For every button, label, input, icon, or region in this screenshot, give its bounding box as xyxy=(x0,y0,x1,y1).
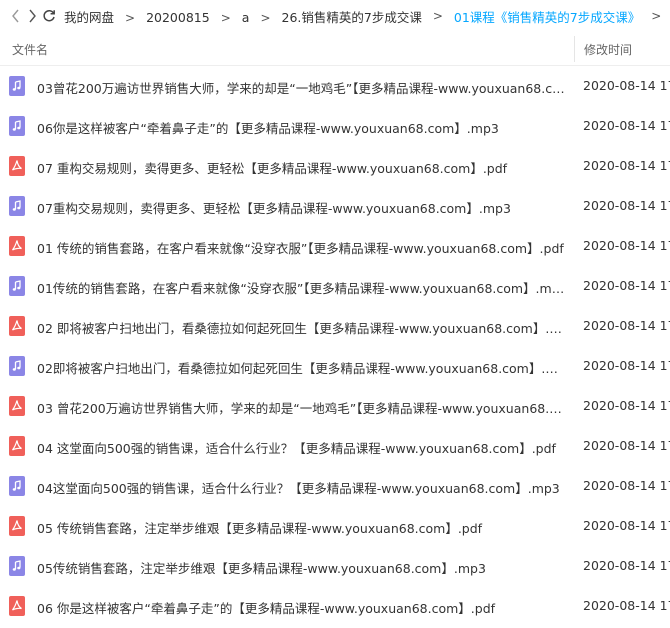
breadcrumb-item[interactable]: 26.销售精英的7步成交课 xyxy=(282,10,422,25)
file-modified-time: 2020-08-14 17: xyxy=(583,398,670,413)
audio-file-icon xyxy=(9,276,25,296)
pdf-file-icon xyxy=(9,156,25,176)
file-modified-time: 2020-08-14 17: xyxy=(583,438,670,453)
file-row[interactable]: 05 传统销售套路，注定举步维艰【更多精品课程-www.youxuan68.co… xyxy=(0,506,670,546)
file-row[interactable]: 02即将被客户扫地出门，看桑德拉如何起死回生【更多精品课程-www.youxua… xyxy=(0,346,670,386)
pdf-file-icon xyxy=(9,436,25,456)
file-row[interactable]: 07 重构交易规则，卖得更多、更轻松【更多精品课程-www.youxuan68.… xyxy=(0,146,670,186)
file-modified-time: 2020-08-14 17: xyxy=(583,598,670,613)
breadcrumb-separator: > xyxy=(651,9,662,23)
file-row[interactable]: 06 你是这样被客户“牵着鼻子走”的【更多精品课程-www.youxuan68.… xyxy=(0,586,670,626)
file-modified-time: 2020-08-14 17: xyxy=(583,278,670,293)
file-list: 03曾花200万遍访世界销售大师，学来的却是“一地鸡毛”【更多精品课程-www.… xyxy=(0,66,670,626)
file-name[interactable]: 01 传统的销售套路，在客户看来就像“没穿衣服”【更多精品课程-www.youx… xyxy=(37,238,567,257)
file-modified-time: 2020-08-14 17: xyxy=(583,558,670,573)
file-name[interactable]: 07 重构交易规则，卖得更多、更轻松【更多精品课程-www.youxuan68.… xyxy=(37,158,567,177)
breadcrumb-separator: > xyxy=(260,10,271,25)
column-divider[interactable] xyxy=(574,36,575,62)
chevron-left-icon[interactable] xyxy=(10,5,22,27)
file-modified-time: 2020-08-14 17: xyxy=(583,518,670,533)
pdf-file-icon xyxy=(9,596,25,616)
file-row[interactable]: 02 即将被客户扫地出门，看桑德拉如何起死回生【更多精品课程-www.youxu… xyxy=(0,306,670,346)
file-name[interactable]: 03曾花200万遍访世界销售大师，学来的却是“一地鸡毛”【更多精品课程-www.… xyxy=(37,78,567,97)
breadcrumb-current[interactable]: 01课程《销售精英的7步成交课》 xyxy=(454,7,640,26)
audio-file-icon xyxy=(9,116,25,136)
file-modified-time: 2020-08-14 17: xyxy=(583,118,670,133)
audio-file-icon xyxy=(9,356,25,376)
audio-file-icon xyxy=(9,76,25,96)
file-row[interactable]: 01 传统的销售套路，在客户看来就像“没穿衣服”【更多精品课程-www.youx… xyxy=(0,226,670,266)
breadcrumb-item[interactable]: 我的网盘 xyxy=(64,10,114,25)
column-header-modified[interactable]: 修改时间 xyxy=(584,41,632,58)
file-row[interactable]: 03曾花200万遍访世界销售大师，学来的却是“一地鸡毛”【更多精品课程-www.… xyxy=(0,66,670,106)
file-name[interactable]: 06你是这样被客户“牵着鼻子走”的【更多精品课程-www.youxuan68.c… xyxy=(37,118,567,137)
audio-file-icon xyxy=(9,476,25,496)
column-header-name[interactable]: 文件名 xyxy=(12,41,48,58)
file-name[interactable]: 06 你是这样被客户“牵着鼻子走”的【更多精品课程-www.youxuan68.… xyxy=(37,598,567,617)
breadcrumb-separator: > xyxy=(125,10,136,25)
breadcrumb-item[interactable]: a xyxy=(242,10,250,25)
file-list-header: 文件名 修改时间 xyxy=(0,32,670,66)
file-modified-time: 2020-08-14 17: xyxy=(583,198,670,213)
file-modified-time: 2020-08-14 17: xyxy=(583,478,670,493)
file-row[interactable]: 03 曾花200万遍访世界销售大师，学来的却是“一地鸡毛”【更多精品课程-www… xyxy=(0,386,670,426)
file-name[interactable]: 02即将被客户扫地出门，看桑德拉如何起死回生【更多精品课程-www.youxua… xyxy=(37,358,567,377)
pdf-file-icon xyxy=(9,236,25,256)
breadcrumb-separator: > xyxy=(220,10,231,25)
pdf-file-icon xyxy=(9,396,25,416)
audio-file-icon xyxy=(9,196,25,216)
file-name[interactable]: 04这堂面向500强的销售课，适合什么行业？【更多精品课程-www.youxua… xyxy=(37,478,567,497)
file-modified-time: 2020-08-14 17: xyxy=(583,78,670,93)
file-name[interactable]: 05传统销售套路，注定举步维艰【更多精品课程-www.youxuan68.com… xyxy=(37,558,567,577)
audio-file-icon xyxy=(9,556,25,576)
breadcrumb: 我的网盘 >20200815 > a >26.销售精英的7步成交课 xyxy=(64,7,422,26)
file-name[interactable]: 04 这堂面向500强的销售课，适合什么行业？【更多精品课程-www.youxu… xyxy=(37,438,567,457)
file-row[interactable]: 04这堂面向500强的销售课，适合什么行业？【更多精品课程-www.youxua… xyxy=(0,466,670,506)
file-row[interactable]: 05传统销售套路，注定举步维艰【更多精品课程-www.youxuan68.com… xyxy=(0,546,670,586)
chevron-right-icon[interactable] xyxy=(26,5,38,27)
file-row[interactable]: 07重构交易规则，卖得更多、更轻松【更多精品课程-www.youxuan68.c… xyxy=(0,186,670,226)
pdf-file-icon xyxy=(9,316,25,336)
file-modified-time: 2020-08-14 17: xyxy=(583,158,670,173)
pdf-file-icon xyxy=(9,516,25,536)
file-name[interactable]: 01传统的销售套路，在客户看来就像“没穿衣服”【更多精品课程-www.youxu… xyxy=(37,278,567,297)
file-row[interactable]: 04 这堂面向500强的销售课，适合什么行业？【更多精品课程-www.youxu… xyxy=(0,426,670,466)
file-name[interactable]: 03 曾花200万遍访世界销售大师，学来的却是“一地鸡毛”【更多精品课程-www… xyxy=(37,398,567,417)
file-modified-time: 2020-08-14 17: xyxy=(583,358,670,373)
file-modified-time: 2020-08-14 17: xyxy=(583,238,670,253)
file-modified-time: 2020-08-14 17: xyxy=(583,318,670,333)
file-name[interactable]: 02 即将被客户扫地出门，看桑德拉如何起死回生【更多精品课程-www.youxu… xyxy=(37,318,567,337)
breadcrumb-separator: > xyxy=(432,9,443,23)
breadcrumb-bar: 我的网盘 >20200815 > a >26.销售精英的7步成交课 > 01课程《销售精… xyxy=(0,0,670,32)
file-name[interactable]: 05 传统销售套路，注定举步维艰【更多精品课程-www.youxuan68.co… xyxy=(37,518,567,537)
file-name[interactable]: 07重构交易规则，卖得更多、更轻松【更多精品课程-www.youxuan68.c… xyxy=(37,198,567,217)
file-row[interactable]: 01传统的销售套路，在客户看来就像“没穿衣服”【更多精品课程-www.youxu… xyxy=(0,266,670,306)
file-row[interactable]: 06你是这样被客户“牵着鼻子走”的【更多精品课程-www.youxuan68.c… xyxy=(0,106,670,146)
breadcrumb-item[interactable]: 20200815 xyxy=(146,10,210,25)
refresh-icon[interactable] xyxy=(42,5,56,27)
